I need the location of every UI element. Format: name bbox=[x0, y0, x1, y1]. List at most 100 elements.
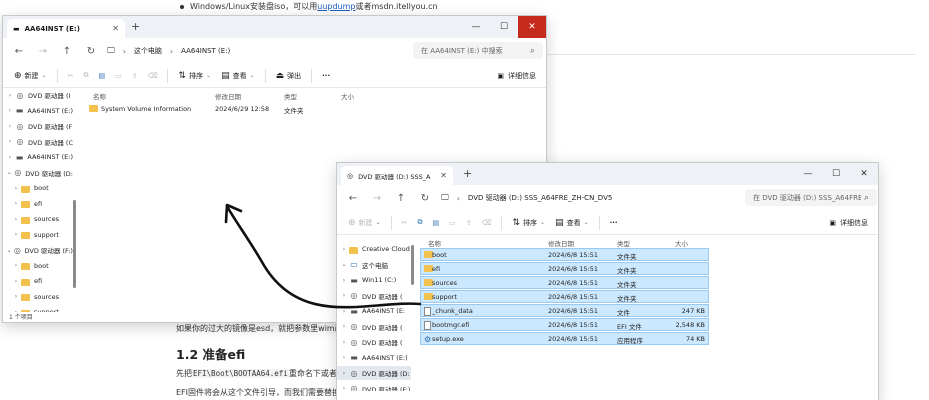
file-row[interactable]: boot 2024/6/8 15:51 文件夹 bbox=[420, 248, 709, 261]
nav-item[interactable]: › sources bbox=[3, 290, 73, 304]
chevron-right-icon[interactable]: › bbox=[11, 185, 21, 192]
scrollbar-thumb[interactable] bbox=[73, 200, 76, 288]
up-icon[interactable]: ↑ bbox=[55, 41, 79, 61]
view-button[interactable]: ▤ 查看 ⌄ bbox=[552, 214, 592, 232]
file-row[interactable]: sources 2024/6/8 15:51 文件夹 bbox=[420, 276, 709, 289]
file-row[interactable]: support 2024/6/8 15:51 文件夹 bbox=[420, 290, 709, 303]
copy-icon[interactable]: ⧉ bbox=[80, 67, 91, 85]
chevron-right-icon[interactable]: › bbox=[11, 278, 21, 285]
rename-icon[interactable]: ▭ bbox=[112, 67, 125, 85]
chevron-down-icon[interactable]: ⌄ bbox=[5, 247, 13, 254]
search-input[interactable]: 在 AA64INST (E:) 中搜索 ⌕ bbox=[413, 42, 543, 59]
nav-item[interactable]: › ▬ AA64INST (E:) bbox=[337, 351, 411, 365]
nav-item[interactable]: › efi bbox=[3, 197, 73, 211]
new-button[interactable]: ⊕ 新建 ⌄ bbox=[11, 67, 50, 85]
nav-item[interactable]: › boot bbox=[3, 259, 73, 273]
nav-item[interactable]: › ▬ Win11 (C:) bbox=[337, 273, 411, 287]
nav-item[interactable]: › Creative Cloud bbox=[337, 242, 411, 256]
new-tab-icon[interactable]: + bbox=[131, 20, 140, 33]
nav-item[interactable]: › boot bbox=[3, 181, 73, 195]
maximize-icon[interactable]: ☐ bbox=[822, 163, 850, 185]
more-button[interactable]: ··· bbox=[607, 214, 621, 232]
column-type[interactable]: 类型 bbox=[617, 238, 630, 248]
forward-icon[interactable]: → bbox=[365, 188, 389, 208]
nav-item[interactable]: › ◎ DVD 驱动器 ( bbox=[337, 335, 411, 349]
back-icon[interactable]: ← bbox=[7, 41, 31, 61]
chevron-right-icon[interactable]: › bbox=[339, 246, 349, 253]
nav-item[interactable]: › support bbox=[3, 305, 73, 312]
file-row[interactable]: bootmgr.efi 2024/6/8 15:51 EFI 文件 2,548 KB bbox=[420, 318, 709, 331]
column-type[interactable]: 类型 bbox=[284, 91, 297, 101]
nav-item[interactable]: › ◎ DVD 驱动器 (F bbox=[3, 119, 73, 133]
minimize-icon[interactable]: — bbox=[462, 16, 490, 38]
chevron-right-icon[interactable]: › bbox=[5, 107, 15, 114]
tab-aa64inst[interactable]: ▬ AA64INST (E:) ✕ bbox=[7, 19, 125, 38]
column-size[interactable]: 大小 bbox=[675, 238, 688, 248]
chevron-right-icon[interactable]: › bbox=[5, 92, 15, 99]
new-tab-icon[interactable]: + bbox=[463, 167, 472, 180]
chevron-right-icon[interactable]: › bbox=[339, 308, 349, 315]
new-button[interactable]: ⊕ 新建 ⌄ bbox=[345, 214, 384, 232]
column-size[interactable]: 大小 bbox=[341, 91, 354, 101]
more-button[interactable]: ··· bbox=[319, 67, 333, 85]
breadcrumb-pc[interactable]: 这个电脑 bbox=[134, 46, 162, 56]
back-icon[interactable]: ← bbox=[341, 188, 365, 208]
delete-icon[interactable]: ⌫ bbox=[145, 67, 161, 85]
chevron-down-icon[interactable]: ⌄ bbox=[339, 261, 349, 268]
nav-item[interactable]: › sources bbox=[3, 212, 73, 226]
nav-item[interactable]: › ◎ DVD 驱动器 (F:) bbox=[337, 382, 411, 391]
sort-button[interactable]: ⇅ 排序 ⌄ bbox=[509, 214, 548, 232]
chevron-right-icon[interactable]: › bbox=[11, 231, 21, 238]
cut-icon[interactable]: ✂ bbox=[65, 67, 77, 85]
tab-close-icon[interactable]: ✕ bbox=[112, 24, 119, 33]
chevron-right-icon[interactable]: › bbox=[339, 370, 349, 377]
up-icon[interactable]: ↑ bbox=[389, 188, 413, 208]
chevron-right-icon[interactable]: › bbox=[339, 323, 349, 330]
details-button[interactable]: ▣ 详细信息 bbox=[829, 214, 868, 232]
eject-button[interactable]: ⏏ 弹出 bbox=[273, 67, 305, 85]
nav-item[interactable]: › ◎ DVD 驱动器 (I bbox=[3, 88, 73, 102]
paste-icon[interactable]: ▤ bbox=[429, 214, 442, 232]
delete-icon[interactable]: ⌫ bbox=[479, 214, 495, 232]
minimize-icon[interactable]: — bbox=[794, 163, 822, 185]
nav-item[interactable]: › ◎ DVD 驱动器 ( bbox=[337, 289, 411, 303]
cut-icon[interactable]: ✂ bbox=[399, 214, 411, 232]
close-icon[interactable]: ✕ bbox=[850, 163, 878, 185]
nav-item[interactable]: › ◎ DVD 驱动器 (D: bbox=[337, 366, 411, 380]
close-icon[interactable]: ✕ bbox=[518, 16, 546, 38]
file-row[interactable]: ⚙ setup.exe 2024/6/8 15:51 应用程序 74 KB bbox=[420, 332, 709, 345]
copy-icon[interactable]: ⧉ bbox=[414, 214, 425, 232]
nav-item[interactable]: ⌄ ◎ DVD 驱动器 (F:) bbox=[3, 243, 73, 257]
file-row[interactable]: _chunk_data 2024/6/8 15:51 文件 247 KB bbox=[420, 304, 709, 317]
chevron-right-icon[interactable]: › bbox=[11, 293, 21, 300]
chevron-right-icon[interactable]: › bbox=[5, 138, 15, 145]
chevron-right-icon[interactable]: › bbox=[339, 277, 349, 284]
forward-icon[interactable]: → bbox=[31, 41, 55, 61]
refresh-icon[interactable]: ↻ bbox=[413, 188, 437, 208]
nav-item[interactable]: › efi bbox=[3, 274, 73, 288]
chevron-right-icon[interactable]: › bbox=[339, 339, 349, 346]
nav-item[interactable]: ⌄ ▭ 这个电脑 bbox=[337, 258, 411, 272]
tab-close-icon[interactable]: ✕ bbox=[440, 171, 447, 180]
sort-button[interactable]: ⇅ 排序 ⌄ bbox=[175, 67, 214, 85]
maximize-icon[interactable]: ☐ bbox=[490, 16, 518, 38]
uupdump-link[interactable]: uupdump bbox=[317, 2, 355, 11]
refresh-icon[interactable]: ↻ bbox=[79, 41, 103, 61]
scrollbar-thumb[interactable] bbox=[411, 245, 414, 285]
view-button[interactable]: ▤ 查看 ⌄ bbox=[218, 67, 258, 85]
chevron-right-icon[interactable]: › bbox=[339, 385, 349, 391]
nav-item[interactable]: › ▬ AA64INST (E:) bbox=[3, 150, 73, 164]
nav-item[interactable]: ⌄ ◎ DVD 驱动器 (D: bbox=[3, 166, 73, 180]
chevron-down-icon[interactable]: ⌄ bbox=[5, 169, 14, 176]
column-name[interactable]: 名称 bbox=[428, 238, 441, 248]
chevron-right-icon[interactable]: › bbox=[339, 292, 349, 299]
breadcrumb-drive[interactable]: AA64INST (E:) bbox=[181, 47, 230, 55]
nav-item[interactable]: › ◎ DVD 驱动器 (C bbox=[3, 135, 73, 149]
chevron-right-icon[interactable]: › bbox=[11, 200, 21, 207]
nav-item[interactable]: › ◎ DVD 驱动器 ( bbox=[337, 320, 411, 334]
chevron-right-icon[interactable]: › bbox=[11, 216, 21, 223]
tab-dvd-drive[interactable]: ◎ DVD 驱动器 (D:) SSS_A ✕ bbox=[341, 166, 453, 185]
rename-icon[interactable]: ▭ bbox=[446, 214, 459, 232]
details-button[interactable]: ▣ 详细信息 bbox=[497, 67, 536, 85]
chevron-right-icon[interactable]: › bbox=[339, 354, 349, 361]
